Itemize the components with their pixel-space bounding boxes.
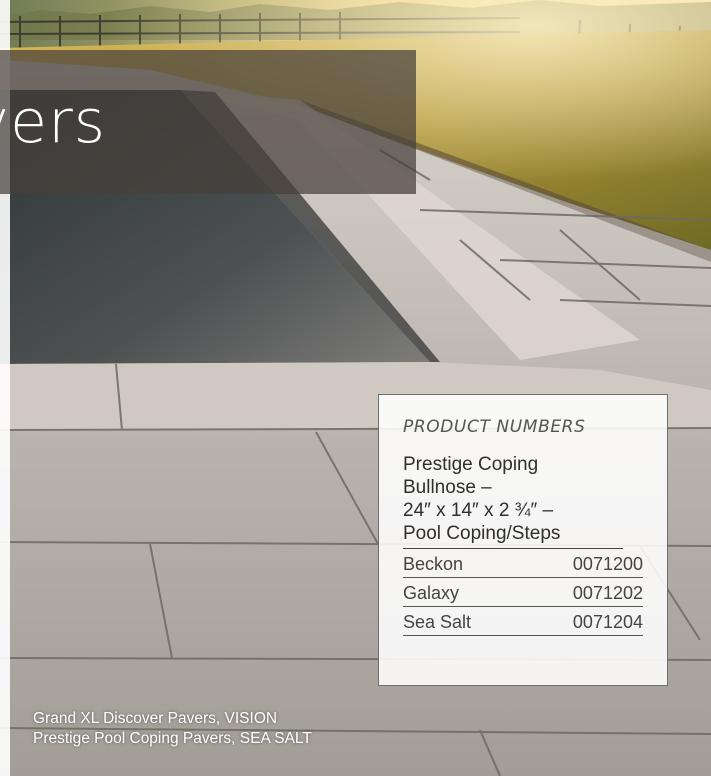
color-row: Beckon 0071200 — [403, 549, 643, 578]
page-title-fragment: vers — [0, 87, 106, 157]
product-line: Prestige Coping — [403, 454, 539, 475]
product-line: 24″ x 14″ x 2 ¾″ – — [403, 500, 554, 521]
product-number: 0071204 — [572, 612, 643, 632]
color-row: Galaxy 0071202 — [403, 578, 643, 607]
product-description: Prestige Coping Bullnose – 24″ x 14″ x 2… — [403, 453, 623, 549]
color-name: Galaxy — [403, 583, 460, 603]
caption-line: Prestige Pool Coping Pavers, SEA SALT — [33, 730, 312, 747]
title-banner: vers — [0, 50, 416, 194]
color-name: Sea Salt — [403, 612, 472, 632]
product-number: 0071200 — [572, 554, 643, 574]
product-numbers-card: PRODUCT NUMBERS Prestige Coping Bullnose… — [378, 394, 668, 686]
product-line: Pool Coping/Steps — [403, 523, 561, 544]
card-heading: PRODUCT NUMBERS — [403, 417, 586, 437]
photo-caption: Grand XL Discover Pavers, VISION Prestig… — [33, 709, 312, 749]
color-name: Beckon — [403, 554, 464, 574]
product-line: Bullnose – — [403, 477, 492, 498]
caption-line: Grand XL Discover Pavers, VISION — [33, 710, 278, 727]
product-number: 0071202 — [572, 583, 643, 603]
color-row: Sea Salt 0071204 — [403, 607, 643, 636]
